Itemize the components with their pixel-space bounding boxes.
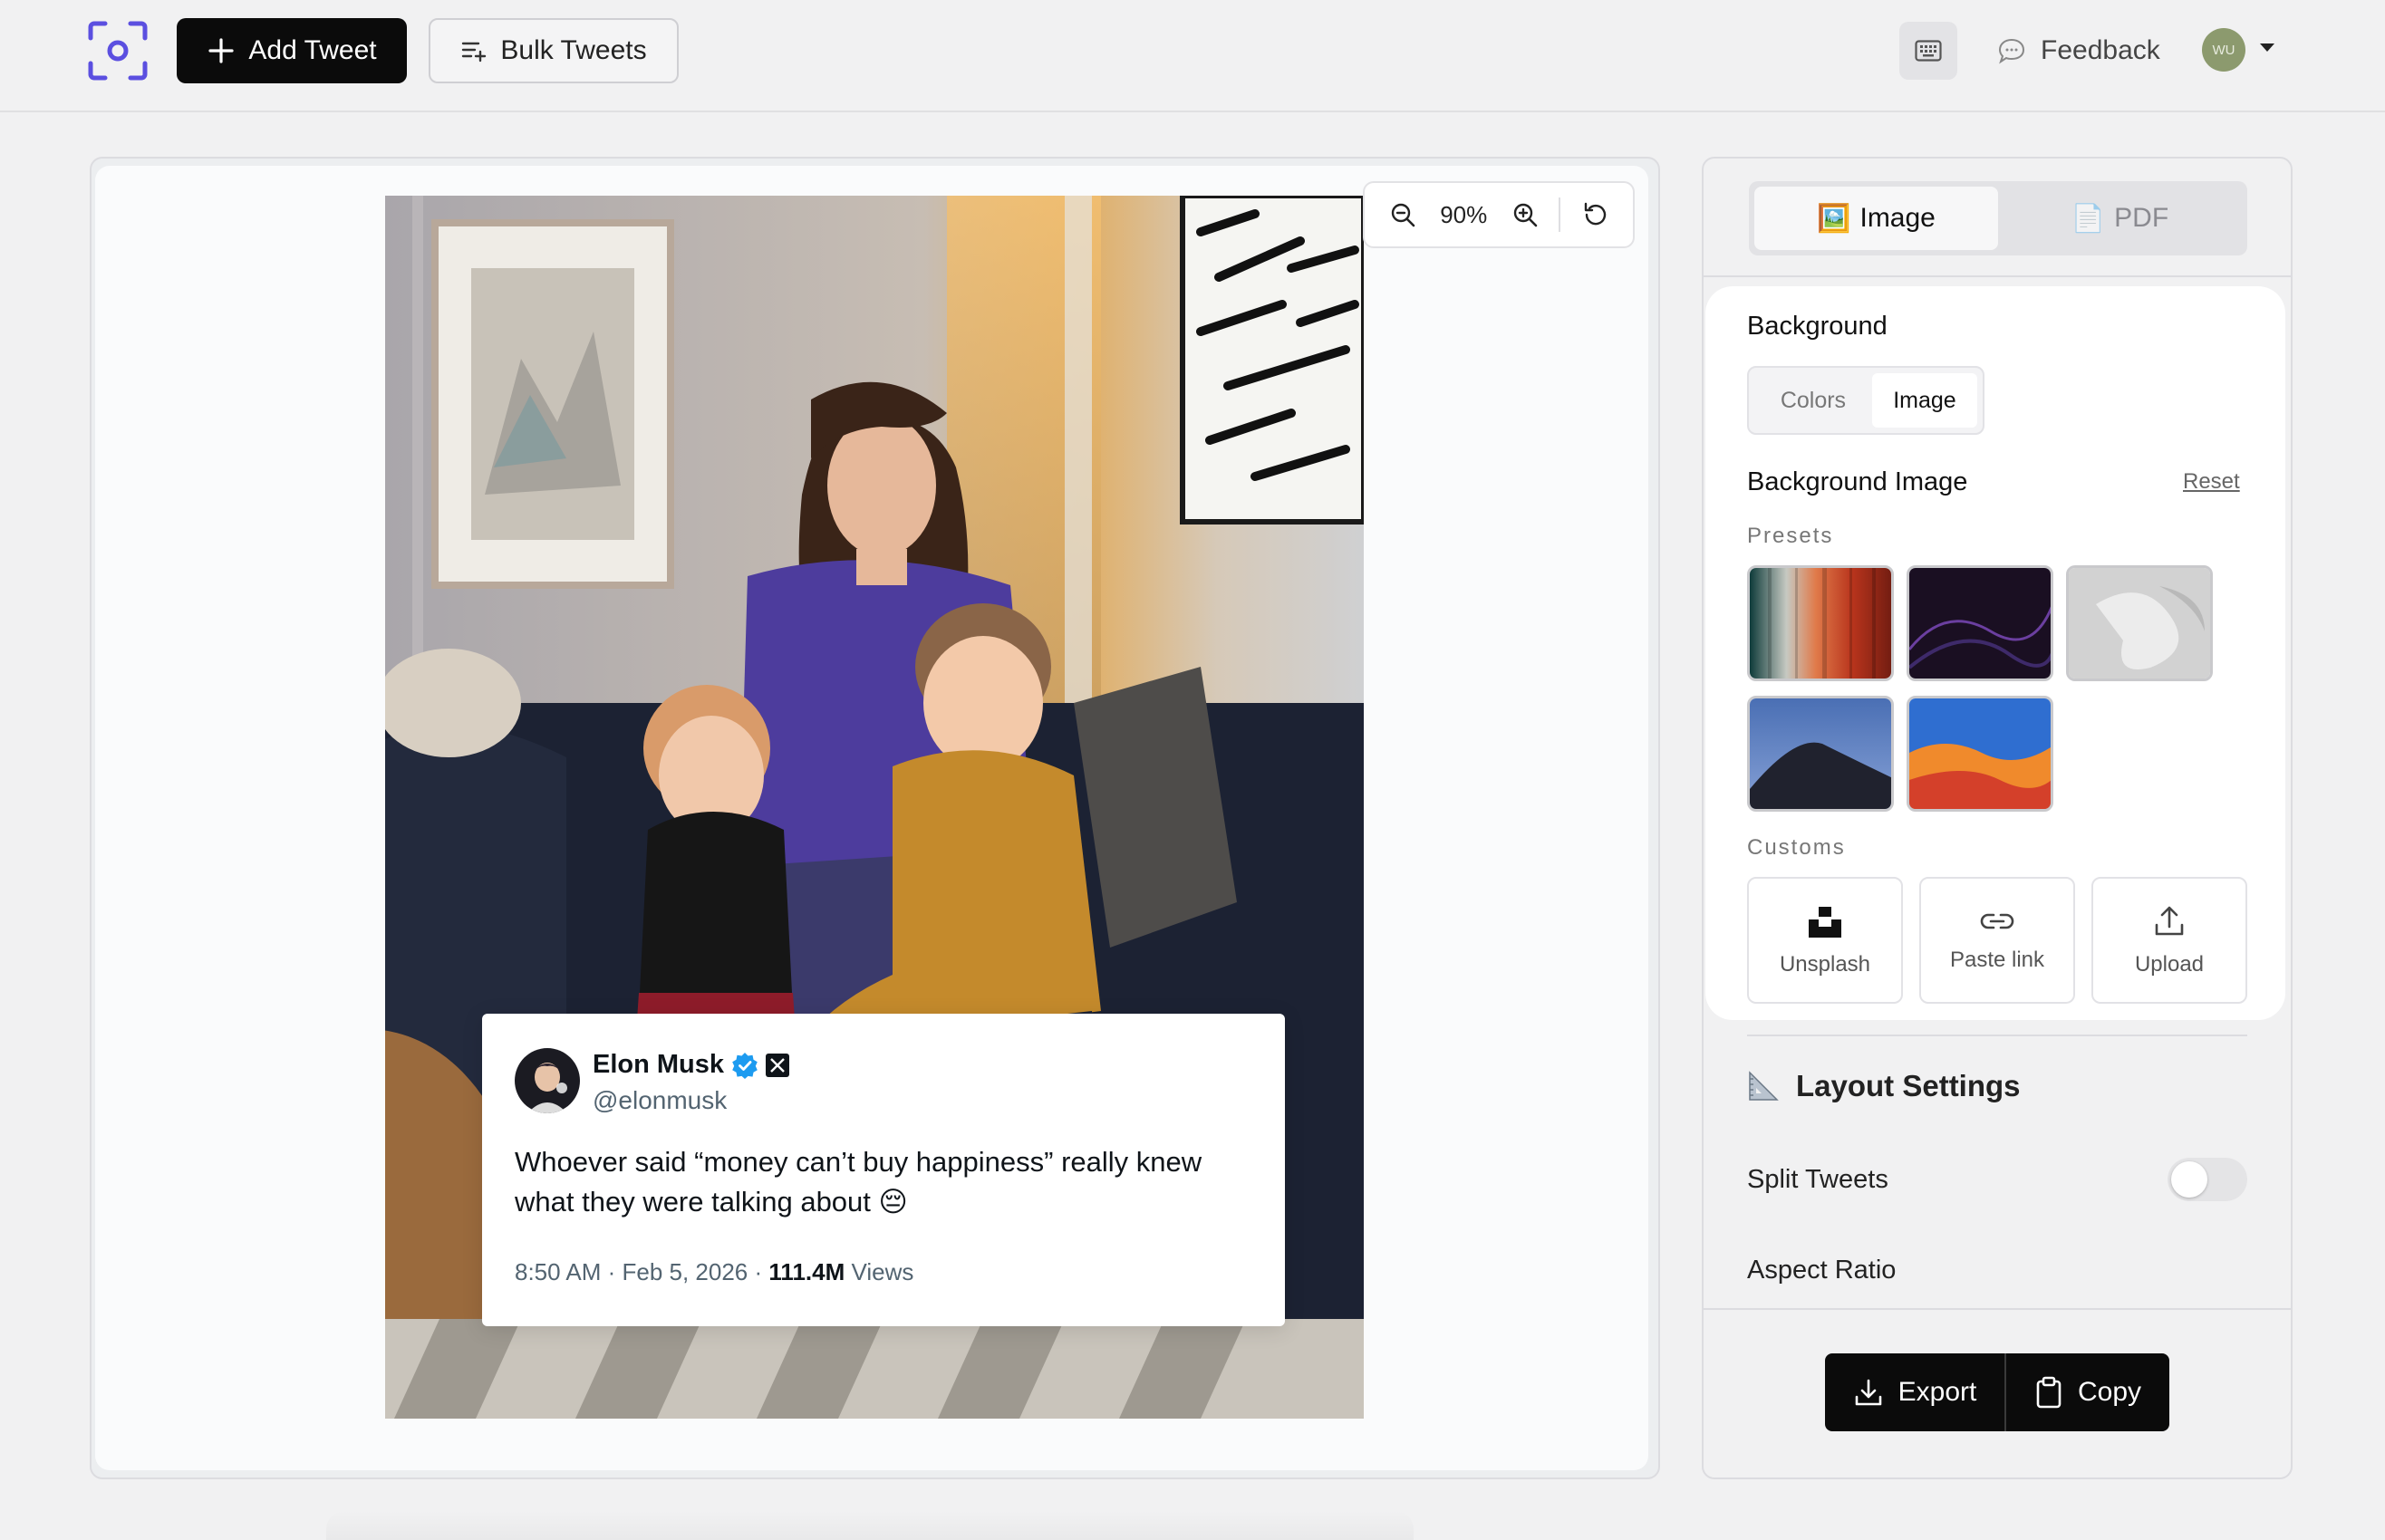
chat-bubble-icon [1998, 38, 2025, 64]
zoom-toolbar: 90% [1363, 181, 1635, 248]
avatar-initials: WU [2212, 42, 2235, 58]
top-bar: Add Tweet Bulk Tweets Feedback WU [0, 0, 2385, 112]
tab-image[interactable]: 🖼️ Image [1754, 187, 1998, 250]
tweet-author-name: Elon Musk [593, 1050, 790, 1080]
tweet-views-count: 111.4M [768, 1258, 845, 1285]
bulk-tweets-button[interactable]: Bulk Tweets [429, 18, 679, 83]
zoom-level: 90% [1440, 200, 1488, 228]
tweet-timestamp: 8:50 AM · Feb 5, 2026 · [515, 1258, 769, 1285]
copy-button[interactable]: Copy [2006, 1353, 2169, 1431]
app-logo-icon[interactable] [87, 20, 149, 82]
reset-zoom-button[interactable] [1569, 189, 1620, 240]
preset-striped-gradient[interactable] [1747, 565, 1894, 681]
tab-image-label: Image [1859, 203, 1936, 233]
zoom-in-icon [1513, 203, 1537, 227]
copy-label: Copy [2077, 1377, 2142, 1407]
author-name-text: Elon Musk [593, 1050, 725, 1079]
paste-link-button[interactable]: Paste link [1919, 877, 2075, 1004]
feedback-button[interactable]: Feedback [1997, 22, 2160, 80]
background-mode-toggle: Colors Image [1747, 366, 1984, 435]
bg-mode-colors[interactable]: Colors [1754, 373, 1872, 428]
tab-pdf-label: PDF [2114, 203, 2169, 233]
split-tweets-toggle[interactable] [2168, 1158, 2247, 1201]
bulk-tweets-label: Bulk Tweets [500, 35, 647, 65]
zoom-out-button[interactable] [1377, 189, 1428, 240]
tab-pdf[interactable]: 📄 PDF [1998, 187, 2242, 250]
split-tweets-label: Split Tweets [1747, 1165, 1888, 1194]
tweet-body: Whoever said “money can’t buy happiness”… [515, 1146, 1202, 1218]
clipboard-icon [2036, 1376, 2062, 1409]
footer-divider [1704, 1308, 2291, 1310]
paste-link-label: Paste link [1949, 948, 2045, 972]
panel-divider [1704, 275, 2291, 277]
chevron-down-icon[interactable] [2260, 43, 2274, 52]
upload-icon [2155, 906, 2184, 936]
pensive-face-emoji: 😔 [878, 1186, 908, 1218]
toolbar-divider [1559, 197, 1561, 232]
add-tweet-button[interactable]: Add Tweet [177, 18, 407, 83]
export-label: Export [1897, 1377, 1977, 1407]
export-button[interactable]: Export [1825, 1353, 2004, 1431]
layout-settings-heading[interactable]: Layout Settings [1747, 1069, 2021, 1103]
export-button-group: Export Copy [1825, 1353, 2169, 1431]
customs-label: Customs [1747, 835, 1846, 860]
verified-badge-icon [732, 1052, 758, 1079]
preset-dark-purple-wave[interactable] [1907, 565, 2053, 681]
tweet-text: Whoever said “money can’t buy happiness”… [515, 1142, 1267, 1222]
zoom-out-icon [1391, 203, 1415, 227]
framed-picture-icon: 🖼️ [1817, 203, 1851, 234]
tweet-card[interactable]: Elon Musk @elonmusk Whoever said “money … [482, 1014, 1285, 1326]
section-divider [1747, 1035, 2247, 1036]
add-tweet-label: Add Tweet [248, 35, 377, 65]
upload-button[interactable]: Upload [2091, 877, 2247, 1004]
preset-desert-dune-night[interactable] [1747, 696, 1894, 812]
tweet-handle: @elonmusk [593, 1086, 728, 1114]
triangle-ruler-icon [1749, 1071, 1779, 1101]
upload-label: Upload [2134, 952, 2205, 977]
feedback-label: Feedback [2041, 35, 2160, 65]
user-avatar[interactable]: WU [2202, 28, 2245, 72]
background-heading: Background [1747, 312, 1888, 341]
document-icon: 📄 [2071, 203, 2106, 234]
aspect-ratio-label: Aspect Ratio [1747, 1256, 1897, 1285]
tweet-avatar [515, 1048, 580, 1113]
page-bottom-edge [326, 1511, 1414, 1540]
unsplash-button[interactable]: Unsplash [1747, 877, 1903, 1004]
output-format-tabs: 🖼️ Image 📄 PDF [1749, 181, 2247, 255]
bg-mode-image[interactable]: Image [1871, 373, 1977, 428]
tweet-meta: 8:50 AM · Feb 5, 2026 · 111.4M Views [515, 1258, 913, 1286]
layout-settings-label: Layout Settings [1796, 1069, 2021, 1102]
x-logo-icon [766, 1053, 790, 1077]
unsplash-icon [1809, 907, 1841, 938]
plus-icon [208, 38, 234, 63]
unsplash-label: Unsplash [1779, 952, 1871, 977]
list-add-icon [462, 42, 487, 63]
link-icon [1980, 913, 2014, 929]
preset-grey-3d-shapes[interactable] [2066, 565, 2213, 681]
tweet-views-label: Views [845, 1258, 914, 1285]
reset-link[interactable]: Reset [2183, 469, 2240, 495]
background-image-heading: Background Image [1747, 467, 1968, 496]
keyboard-shortcuts-button[interactable] [1899, 22, 1957, 80]
rotate-ccw-icon [1585, 202, 1607, 226]
preset-blue-orange-wave[interactable] [1907, 696, 2053, 812]
download-icon [1855, 1379, 1881, 1406]
keyboard-icon [1915, 40, 1942, 62]
toggle-knob [2171, 1161, 2207, 1198]
presets-label: Presets [1747, 524, 1834, 548]
zoom-in-button[interactable] [1500, 189, 1550, 240]
